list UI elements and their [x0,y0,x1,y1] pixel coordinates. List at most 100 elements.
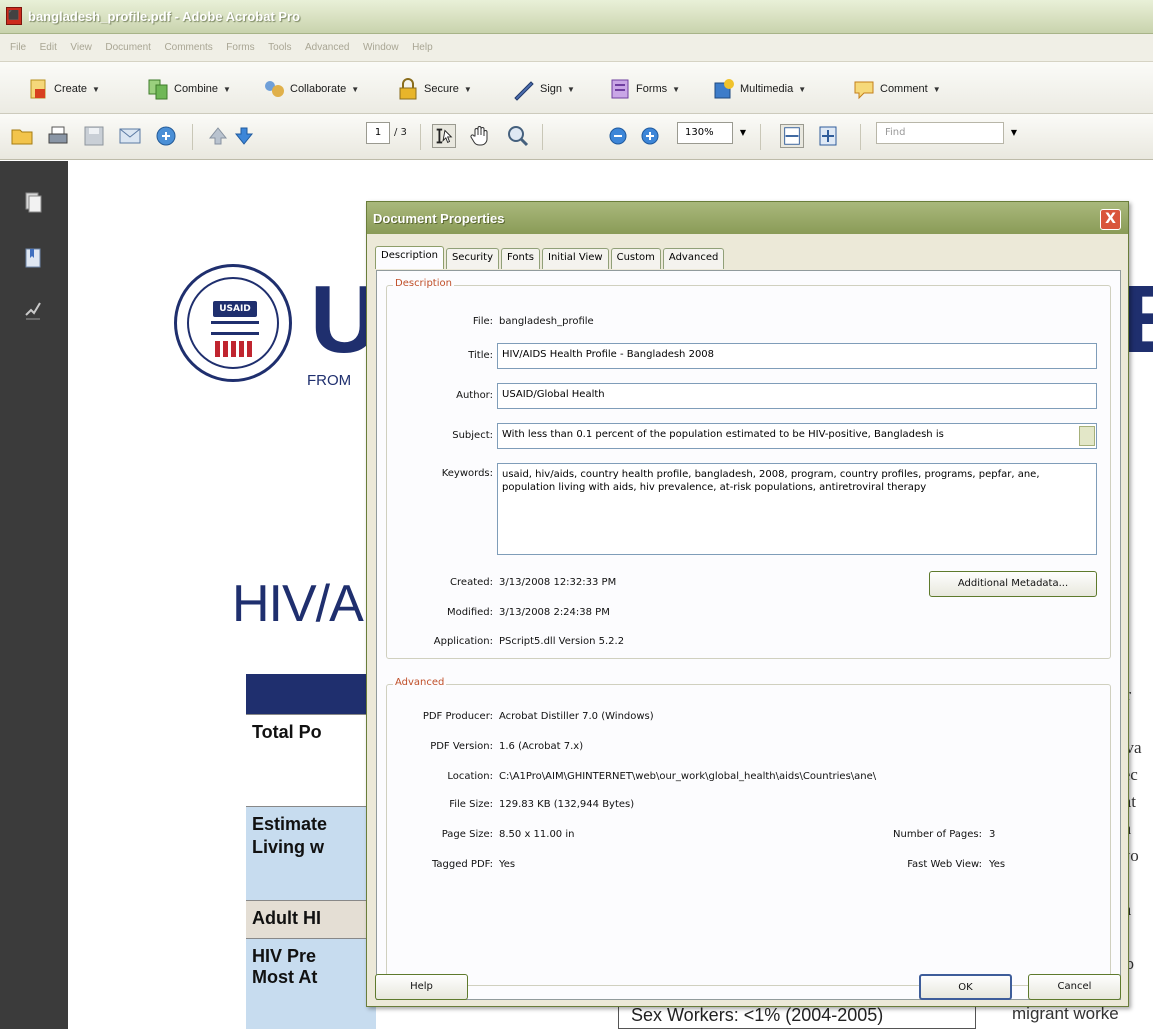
menu-file[interactable]: File [0,34,31,53]
application-value: PScript5.dll Version 5.2.2 [499,636,625,647]
page-number-input[interactable]: 1 [366,122,390,144]
create-button[interactable]: Create ▼ [26,76,100,102]
multimedia-icon [714,79,734,99]
secure-button[interactable]: Secure ▼ [396,76,472,102]
toolbar-divider [192,124,193,150]
seal-inner-ring: USAID [187,277,279,369]
find-input[interactable]: Find [876,122,1004,144]
tab-description[interactable]: Description [375,246,444,269]
cancel-button[interactable]: Cancel [1028,974,1121,1000]
page-size-value: 8.50 x 11.00 in [499,829,575,840]
table-header-bar [246,674,376,714]
fit-width-icon[interactable] [780,124,804,148]
keywords-label: Keywords: [441,468,493,479]
group-label: Advanced [393,677,447,688]
pen-icon [514,81,534,101]
pdf-version-value: 1.6 (Acrobat 7.x) [499,741,584,752]
table-row: Total Po [246,714,376,806]
fit-page-icon[interactable] [816,124,840,148]
combine-label: Combine [174,83,219,95]
tab-custom[interactable]: Custom [610,248,661,269]
email-icon[interactable] [118,124,142,148]
lock-icon [399,78,417,100]
chevron-down-icon: ▼ [92,84,100,94]
seal-label: USAID [213,301,257,317]
bookmarks-icon[interactable] [24,247,42,269]
menu-forms[interactable]: Forms [221,34,259,53]
forms-label: Forms [636,83,668,95]
forms-button[interactable]: Forms ▼ [608,76,680,102]
pdf-app-icon: ⬛ [6,7,22,25]
navigation-panel [0,161,68,1029]
menu-document[interactable]: Document [100,34,156,53]
sign-button[interactable]: Sign ▼ [512,76,575,102]
menu-advanced[interactable]: Advanced [300,34,354,53]
menu-help[interactable]: Help [407,34,438,53]
tab-initial-view[interactable]: Initial View [542,248,609,269]
select-text-icon[interactable] [432,124,456,148]
author-field[interactable]: USAID/Global Health [497,383,1097,409]
chevron-down-icon: ▼ [798,84,807,94]
hand-icon[interactable] [468,124,492,148]
previous-page-icon[interactable] [206,124,230,148]
zoom-level-input[interactable]: 130% [677,122,733,144]
signatures-icon[interactable] [24,299,42,321]
open-folder-icon[interactable] [10,124,34,148]
handshake-icon [211,321,259,335]
multimedia-label: Multimedia [740,83,794,95]
menu-comments[interactable]: Comments [159,34,217,53]
title-field[interactable]: HIV/AIDS Health Profile - Bangladesh 200… [497,343,1097,369]
chevron-down-icon[interactable]: ▼ [1006,122,1022,144]
dialog-tabs: Description Security Fonts Initial View … [375,246,726,270]
comment-icon [854,81,874,100]
tagged-pdf-label: Tagged PDF: [431,859,493,870]
tab-advanced[interactable]: Advanced [662,248,725,269]
pages-icon[interactable] [24,191,42,213]
toolbar-divider [420,124,421,150]
comment-button[interactable]: Comment ▼ [852,76,941,102]
fast-web-view-value: Yes [989,859,1006,870]
zoom-in-icon[interactable] [638,124,662,148]
subject-text: With less than 0.1 percent of the popula… [502,429,944,440]
keywords-field[interactable]: usaid, hiv/aids, country health profile,… [497,463,1097,555]
help-button[interactable]: Help [375,974,468,1000]
combine-button[interactable]: Combine ▼ [146,76,231,102]
subject-label: Subject: [452,430,493,441]
zoom-out-icon[interactable] [606,124,630,148]
ok-button[interactable]: OK [919,974,1012,1000]
file-value: bangladesh_profile [499,316,594,327]
pdf-producer-label: PDF Producer: [422,711,493,722]
combine-icon [148,79,168,100]
menu-view[interactable]: View [65,34,97,53]
dialog-title: Document Properties [367,202,1128,234]
create-icon [30,79,46,99]
menu-bar: File Edit View Document Comments Forms T… [0,34,1153,62]
navigation-toolbar: 1 / 3 130% ▼ Find ▼ [0,114,1153,160]
document-heading: HIV/A [232,575,364,633]
created-label: Created: [450,577,493,588]
chevron-down-icon[interactable]: ▼ [735,122,751,144]
number-of-pages-label: Number of Pages: [893,829,982,840]
location-label: Location: [447,771,493,782]
menu-tools[interactable]: Tools [263,34,296,53]
table-row: Estimate [246,806,376,834]
print-icon[interactable] [46,124,70,148]
forms-icon [611,79,629,99]
logo-tagline: FROM [307,372,352,389]
scroll-arrows-icon[interactable] [1079,426,1095,446]
multimedia-button[interactable]: Multimedia ▼ [712,76,806,102]
next-page-icon[interactable] [232,124,256,148]
menu-window[interactable]: Window [358,34,404,53]
chevron-down-icon: ▼ [463,84,472,94]
tab-fonts[interactable]: Fonts [501,248,541,269]
menu-edit[interactable]: Edit [35,34,62,53]
subject-field[interactable]: With less than 0.1 percent of the popula… [497,423,1097,449]
zoom-tool-icon[interactable] [506,124,530,148]
additional-metadata-button[interactable]: Additional Metadata... [929,571,1097,597]
save-icon[interactable] [82,124,106,148]
close-button[interactable]: X [1100,209,1121,230]
share-icon[interactable] [154,124,178,148]
collaborate-button[interactable]: Collaborate ▼ [262,76,359,102]
tab-security[interactable]: Security [445,248,500,269]
title-label: Title: [468,350,493,361]
